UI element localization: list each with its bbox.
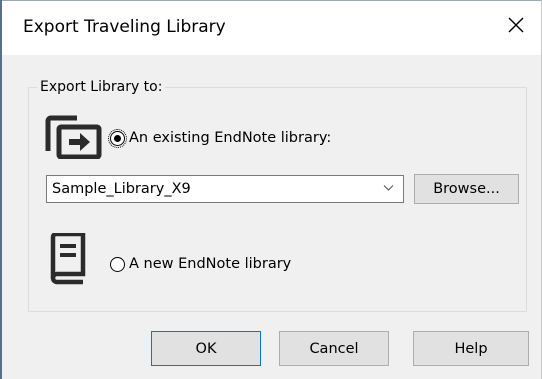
existing-library-radio-circle[interactable]	[108, 128, 127, 148]
existing-library-label[interactable]: An existing EndNote library:	[129, 129, 331, 147]
help-button[interactable]: Help	[413, 331, 529, 366]
existing-library-radio[interactable]: An existing EndNote library:	[108, 128, 331, 148]
cancel-button[interactable]: Cancel	[279, 331, 389, 366]
new-library-radio[interactable]: A new EndNote library	[110, 255, 291, 273]
library-select-value: Sample_Library_X9	[52, 181, 191, 197]
book-icon	[50, 231, 86, 289]
new-library-label[interactable]: A new EndNote library	[129, 255, 291, 273]
chevron-down-icon[interactable]	[383, 184, 394, 192]
browse-button[interactable]: Browse...	[414, 174, 519, 204]
dialog-title: Export Traveling Library	[23, 17, 226, 37]
export-to-library-icon	[45, 115, 103, 163]
new-library-radio-circle[interactable]	[110, 256, 125, 272]
radio-selected-dot	[114, 134, 121, 142]
group-label: Export Library to:	[37, 78, 166, 96]
ok-button[interactable]: OK	[151, 331, 261, 366]
title-bar[interactable]: Export Traveling Library	[2, 1, 541, 55]
library-select[interactable]: Sample_Library_X9	[46, 175, 404, 203]
close-icon	[508, 17, 524, 33]
close-button[interactable]	[493, 1, 541, 55]
dialog-body: Export Library to: An existing EndNote l…	[2, 55, 541, 379]
